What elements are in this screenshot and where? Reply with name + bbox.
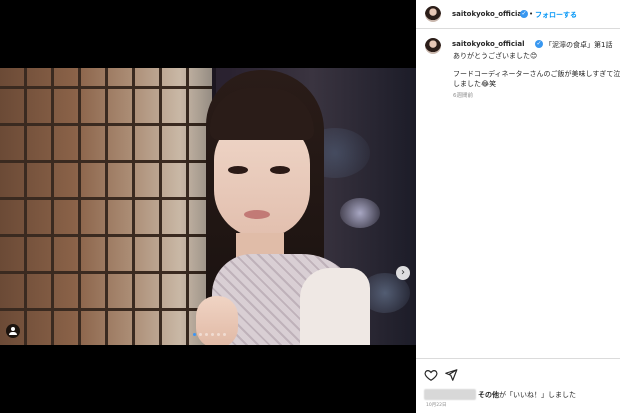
likes-label: が「いいね！」しました bbox=[499, 391, 576, 399]
caption-text-line1: 「泥濘の食卓」第1話 bbox=[545, 41, 613, 49]
header-username[interactable]: saitokyoko_official bbox=[452, 10, 525, 18]
carousel-dot bbox=[199, 333, 202, 336]
verified-badge-icon: ✓ bbox=[520, 10, 528, 18]
person-hand bbox=[196, 296, 238, 345]
verified-badge-icon: ✓ bbox=[535, 40, 543, 48]
avatar[interactable] bbox=[425, 38, 441, 54]
instagram-post-window: › saitokyoko_official ✓ • フォローする saitoky… bbox=[0, 0, 620, 413]
caption-timestamp[interactable]: 6週間前 bbox=[453, 91, 473, 99]
header-separator: • bbox=[529, 10, 534, 18]
carousel-dot bbox=[211, 333, 214, 336]
caption-text-line3: フードコーディネーターさんのご飯が美味しすぎて泣 bbox=[453, 70, 620, 78]
avatar[interactable] bbox=[425, 6, 441, 22]
person-eye bbox=[270, 166, 290, 174]
carousel-pagination bbox=[193, 333, 226, 336]
likes-others[interactable]: その他 bbox=[478, 391, 499, 399]
person-eye bbox=[228, 166, 248, 174]
liker-avatars-blurred bbox=[424, 389, 476, 400]
user-tag-icon[interactable] bbox=[6, 324, 20, 338]
carousel-dot bbox=[205, 333, 208, 336]
carousel-dot bbox=[223, 333, 226, 336]
background-light bbox=[340, 198, 380, 228]
carousel-next-button[interactable]: › bbox=[396, 266, 410, 280]
post-date: 10月22日 bbox=[426, 403, 447, 408]
caption-text-line4: しました😂笑 bbox=[453, 80, 497, 88]
header-divider bbox=[416, 28, 620, 29]
caption-username[interactable]: saitokyoko_official bbox=[452, 40, 525, 48]
follow-button[interactable]: フォローする bbox=[535, 10, 577, 20]
caption-text-line2: ありがとうございました😊 bbox=[453, 52, 538, 60]
carousel-dot bbox=[193, 333, 196, 336]
person-cardigan bbox=[300, 268, 370, 345]
likes-summary[interactable]: その他が「いいね！」しました bbox=[478, 390, 576, 400]
carousel-dot bbox=[217, 333, 220, 336]
person-lips bbox=[244, 210, 270, 219]
media-pane: › bbox=[0, 0, 416, 413]
post-side-panel: saitokyoko_official ✓ • フォローする saitokyok… bbox=[416, 0, 620, 413]
heart-icon[interactable] bbox=[424, 368, 438, 382]
share-icon[interactable] bbox=[444, 368, 458, 382]
actions-divider bbox=[416, 358, 620, 359]
post-photo[interactable]: › bbox=[0, 68, 416, 345]
